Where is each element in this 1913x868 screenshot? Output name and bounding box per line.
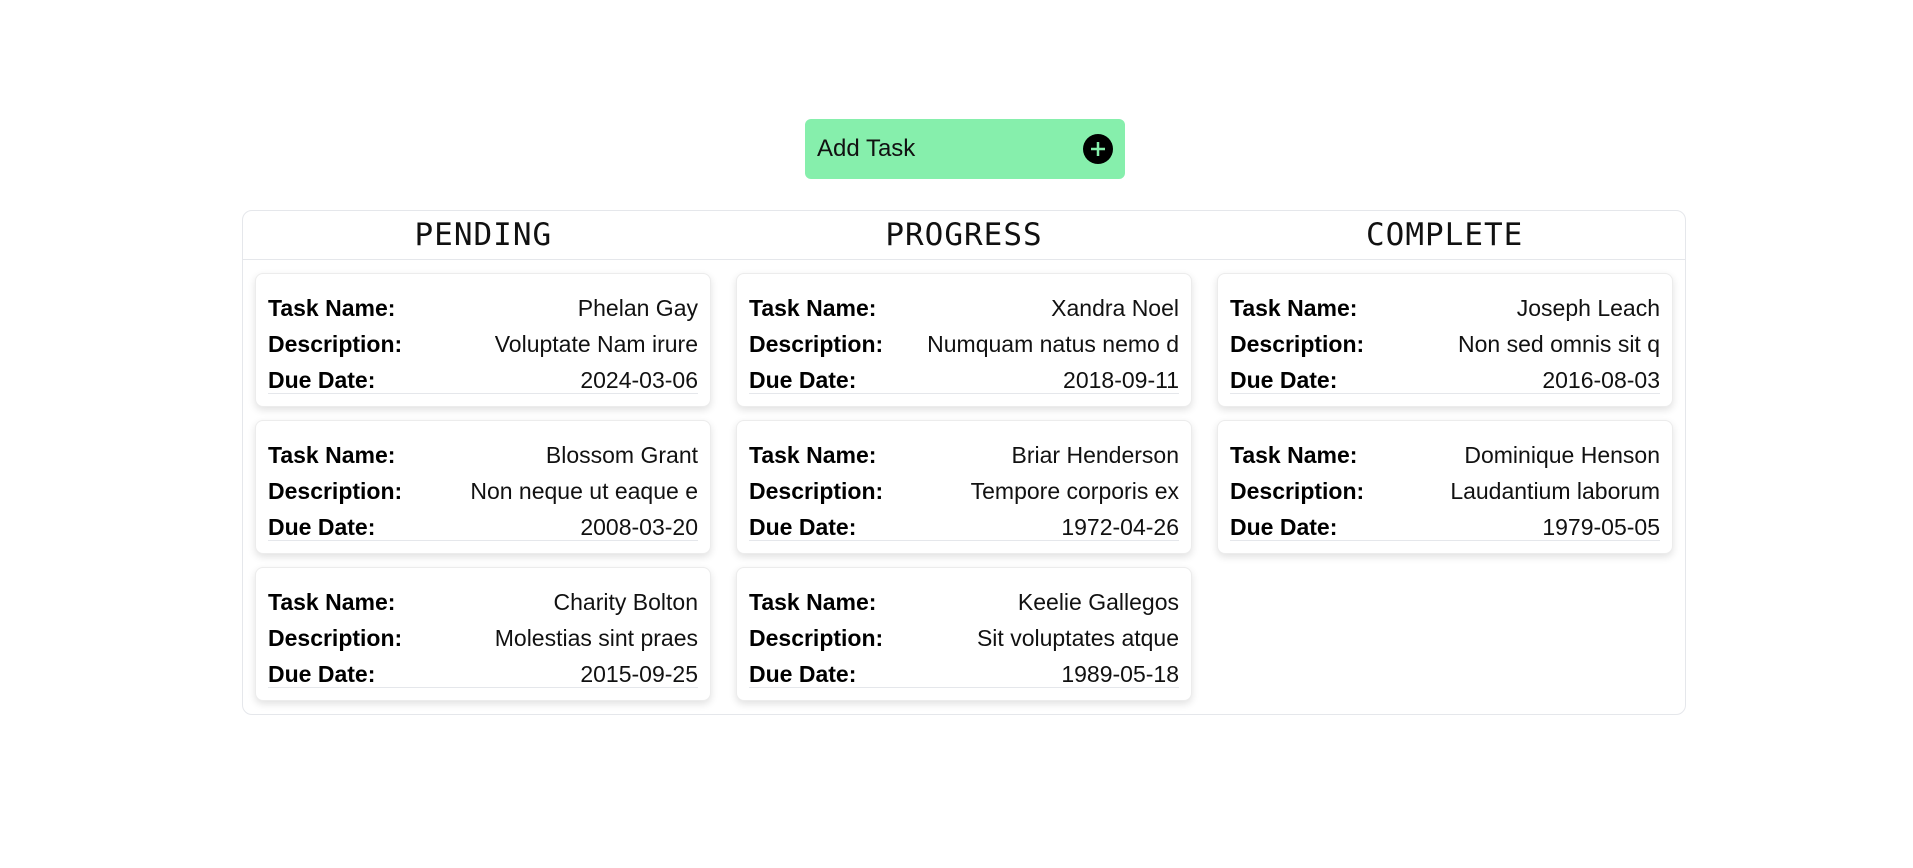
description-label: Description: [268, 330, 403, 357]
description-row: Description: Molestias sint praes [268, 620, 698, 656]
description-label: Description: [749, 330, 884, 357]
task-name-label: Task Name: [1230, 294, 1358, 321]
column-pending: Task Name: Phelan Gay Description: Volupta… [255, 273, 711, 701]
due-date-value: 1972-04-26 [1061, 513, 1179, 540]
description-value: Tempore corporis ex [970, 477, 1179, 504]
task-name-label: Task Name: [749, 588, 877, 615]
task-name-label: Task Name: [749, 294, 877, 321]
task-name-value: Xandra Noel [1051, 294, 1179, 321]
description-row: Description: Sit voluptates atque [749, 620, 1179, 656]
task-name-value: Dominique Henson [1464, 441, 1660, 468]
due-date-label: Due Date: [1230, 513, 1338, 540]
description-row: Description: Non neque ut eaque e [268, 473, 698, 509]
card-divider [749, 687, 1179, 688]
board-header: PENDING PROGRESS COMPLETE [243, 211, 1685, 260]
column-title-progress: PROGRESS [885, 217, 1043, 253]
task-name-label: Task Name: [268, 441, 396, 468]
task-name-value: Joseph Leach [1516, 294, 1660, 321]
task-name-label: Task Name: [1230, 441, 1358, 468]
task-name-label: Task Name: [749, 441, 877, 468]
due-date-label: Due Date: [749, 660, 857, 687]
task-card[interactable]: Task Name: Briar Henderson Description: Te… [736, 420, 1192, 554]
description-label: Description: [268, 477, 403, 504]
plus-circle-icon[interactable] [1083, 134, 1113, 164]
description-row: Description: Non sed omnis sit q [1230, 326, 1660, 362]
card-divider [268, 540, 698, 541]
task-name-value: Phelan Gay [577, 294, 698, 321]
add-task-button[interactable]: Add Task [805, 119, 1125, 179]
description-value: Numquam natus nemo d [927, 330, 1179, 357]
task-name-value: Blossom Grant [545, 441, 698, 468]
description-value: Non sed omnis sit q [1458, 330, 1660, 357]
card-divider [268, 687, 698, 688]
description-row: Description: Numquam natus nemo d [749, 326, 1179, 362]
board-columns: Task Name: Phelan Gay Description: Volupta… [243, 260, 1685, 701]
task-card[interactable]: Task Name: Joseph Leach Description: Non s… [1217, 273, 1673, 407]
description-row: Description: Tempore corporis ex [749, 473, 1179, 509]
task-name-value: Briar Henderson [1011, 441, 1179, 468]
due-date-label: Due Date: [749, 513, 857, 540]
task-name-row: Task Name: Phelan Gay [268, 290, 698, 326]
task-name-label: Task Name: [268, 588, 396, 615]
task-name-value: Charity Bolton [553, 588, 698, 615]
card-divider [749, 393, 1179, 394]
due-date-value: 1979-05-05 [1542, 513, 1660, 540]
column-complete: Task Name: Joseph Leach Description: Non s… [1217, 273, 1673, 701]
description-value: Laudantium laborum [1450, 477, 1660, 504]
due-date-label: Due Date: [268, 366, 376, 393]
task-card[interactable]: Task Name: Xandra Noel Description: Numqua… [736, 273, 1192, 407]
description-label: Description: [1230, 477, 1365, 504]
due-date-value: 1989-05-18 [1061, 660, 1179, 687]
description-label: Description: [749, 477, 884, 504]
card-divider [749, 540, 1179, 541]
task-name-row: Task Name: Xandra Noel [749, 290, 1179, 326]
column-title-pending: PENDING [414, 217, 553, 253]
task-board: PENDING PROGRESS COMPLETE Task Name: Phel… [242, 210, 1686, 715]
card-divider [268, 393, 698, 394]
task-name-row: Task Name: Keelie Gallegos [749, 584, 1179, 620]
task-name-row: Task Name: Dominique Henson [1230, 437, 1660, 473]
due-date-label: Due Date: [1230, 366, 1338, 393]
due-date-label: Due Date: [749, 366, 857, 393]
due-date-value: 2018-09-11 [1063, 366, 1179, 393]
task-card[interactable]: Task Name: Charity Bolton Description: Mol… [255, 567, 711, 701]
task-name-row: Task Name: Charity Bolton [268, 584, 698, 620]
due-date-value: 2016-08-03 [1542, 366, 1660, 393]
description-value: Molestias sint praes [494, 624, 698, 651]
task-name-row: Task Name: Briar Henderson [749, 437, 1179, 473]
task-card[interactable]: Task Name: Keelie Gallegos Description: Si… [736, 567, 1192, 701]
add-task-label: Add Task [817, 135, 916, 162]
column-progress: Task Name: Xandra Noel Description: Numqua… [736, 273, 1192, 701]
card-divider [1230, 393, 1660, 394]
description-value: Voluptate Nam irure [494, 330, 698, 357]
due-date-value: 2015-09-25 [580, 660, 698, 687]
due-date-value: 2008-03-20 [580, 513, 698, 540]
column-title-complete: COMPLETE [1366, 217, 1524, 253]
task-name-value: Keelie Gallegos [1017, 588, 1179, 615]
due-date-label: Due Date: [268, 513, 376, 540]
due-date-label: Due Date: [268, 660, 376, 687]
task-card[interactable]: Task Name: Blossom Grant Description: Non … [255, 420, 711, 554]
description-label: Description: [1230, 330, 1365, 357]
description-label: Description: [268, 624, 403, 651]
due-date-value: 2024-03-06 [580, 366, 698, 393]
description-label: Description: [749, 624, 884, 651]
description-value: Sit voluptates atque [976, 624, 1179, 651]
task-card[interactable]: Task Name: Dominique Henson Description: L… [1217, 420, 1673, 554]
task-name-row: Task Name: Blossom Grant [268, 437, 698, 473]
description-row: Description: Laudantium laborum [1230, 473, 1660, 509]
card-divider [1230, 540, 1660, 541]
description-value: Non neque ut eaque e [470, 477, 698, 504]
task-name-row: Task Name: Joseph Leach [1230, 290, 1660, 326]
task-name-label: Task Name: [268, 294, 396, 321]
description-row: Description: Voluptate Nam irure [268, 326, 698, 362]
task-card[interactable]: Task Name: Phelan Gay Description: Volupta… [255, 273, 711, 407]
